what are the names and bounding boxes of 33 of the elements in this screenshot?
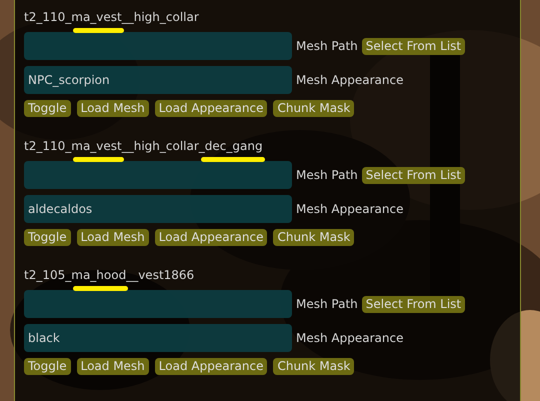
olive-button[interactable]: Chunk Mask	[273, 358, 354, 375]
olive-button[interactable]: Select From List	[362, 166, 466, 184]
olive-button[interactable]: Load Appearance	[154, 229, 268, 246]
entry-title: t2_110_ma_vest__high_collar	[24, 8, 511, 26]
text-field[interactable]: aldecaldos	[24, 195, 292, 223]
field-label: Mesh Appearance	[296, 201, 404, 218]
olive-button[interactable]: Select From List	[362, 38, 466, 54]
olive-button[interactable]: Load Mesh	[76, 358, 149, 375]
field-value: aldecaldos	[28, 201, 92, 218]
field-label: Mesh Path	[296, 167, 358, 184]
field-value: black	[28, 330, 60, 347]
text-field[interactable]	[24, 290, 292, 318]
entry-title: t2_105_ma_hood__vest1866	[24, 266, 511, 284]
field-label: Mesh Path	[296, 296, 358, 313]
field-label: Mesh Path	[296, 38, 358, 55]
field-label: Mesh Appearance	[296, 72, 404, 89]
olive-button[interactable]: Load Appearance	[154, 358, 268, 375]
entry-title: t2_110_ma_vest__high_collar_dec_gang	[24, 137, 511, 155]
field-value: NPC_scorpion	[28, 72, 110, 89]
text-field[interactable]	[24, 32, 292, 60]
olive-button[interactable]: Toggle	[24, 100, 71, 117]
olive-button[interactable]: Load Mesh	[76, 100, 149, 117]
text-field[interactable]	[24, 161, 292, 189]
text-field[interactable]: NPC_scorpion	[24, 66, 292, 94]
olive-button[interactable]: Load Mesh	[76, 229, 149, 246]
olive-button[interactable]: Toggle	[24, 229, 71, 246]
olive-button[interactable]: Select From List	[362, 296, 466, 312]
olive-button[interactable]: Load Appearance	[154, 100, 268, 117]
text-field[interactable]: black	[24, 324, 292, 352]
olive-button[interactable]: Chunk Mask	[273, 100, 354, 117]
olive-button[interactable]: Chunk Mask	[273, 229, 354, 246]
field-label: Mesh Appearance	[296, 330, 404, 347]
olive-button[interactable]: Toggle	[24, 358, 71, 375]
